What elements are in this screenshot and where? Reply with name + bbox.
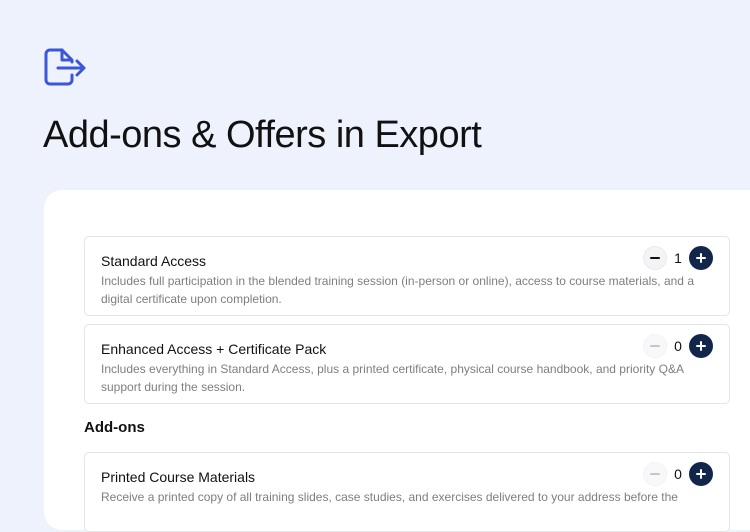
minus-icon: [650, 345, 660, 347]
decrement-button[interactable]: [643, 334, 667, 358]
quantity-stepper: 0: [643, 334, 713, 358]
plus-icon: [696, 469, 706, 479]
plus-icon: [696, 253, 706, 263]
ticket-item-standard-access: Standard Access Includes full participat…: [84, 236, 730, 316]
quantity-value: 0: [674, 466, 682, 482]
page-title: Add-ons & Offers in Export: [43, 114, 482, 156]
decrement-button[interactable]: [643, 462, 667, 486]
offers-panel: Standard Access Includes full participat…: [44, 190, 750, 532]
file-export-icon: [44, 48, 86, 86]
increment-button[interactable]: [689, 334, 713, 358]
ticket-description: Includes everything in Standard Access, …: [101, 362, 684, 394]
minus-icon: [650, 473, 660, 475]
quantity-stepper: 0: [643, 462, 713, 486]
plus-icon: [696, 341, 706, 351]
addon-name: Printed Course Materials: [101, 469, 256, 485]
addon-item-printed-course-materials: Printed Course Materials Receive a print…: [84, 452, 730, 532]
quantity-value: 1: [674, 250, 682, 266]
addons-heading: Add-ons: [84, 419, 145, 436]
ticket-name: Standard Access: [101, 253, 207, 269]
ticket-name: Enhanced Access + Certificate Pack: [101, 341, 327, 357]
ticket-item-enhanced-access: Enhanced Access + Certificate Pack Inclu…: [84, 324, 730, 404]
addon-description: Receive a printed copy of all training s…: [101, 490, 678, 504]
decrement-button[interactable]: [643, 246, 667, 270]
quantity-value: 0: [674, 338, 682, 354]
minus-icon: [650, 257, 660, 259]
quantity-stepper: 1: [643, 246, 713, 270]
increment-button[interactable]: [689, 246, 713, 270]
ticket-description: Includes full participation in the blend…: [101, 274, 694, 306]
increment-button[interactable]: [689, 462, 713, 486]
